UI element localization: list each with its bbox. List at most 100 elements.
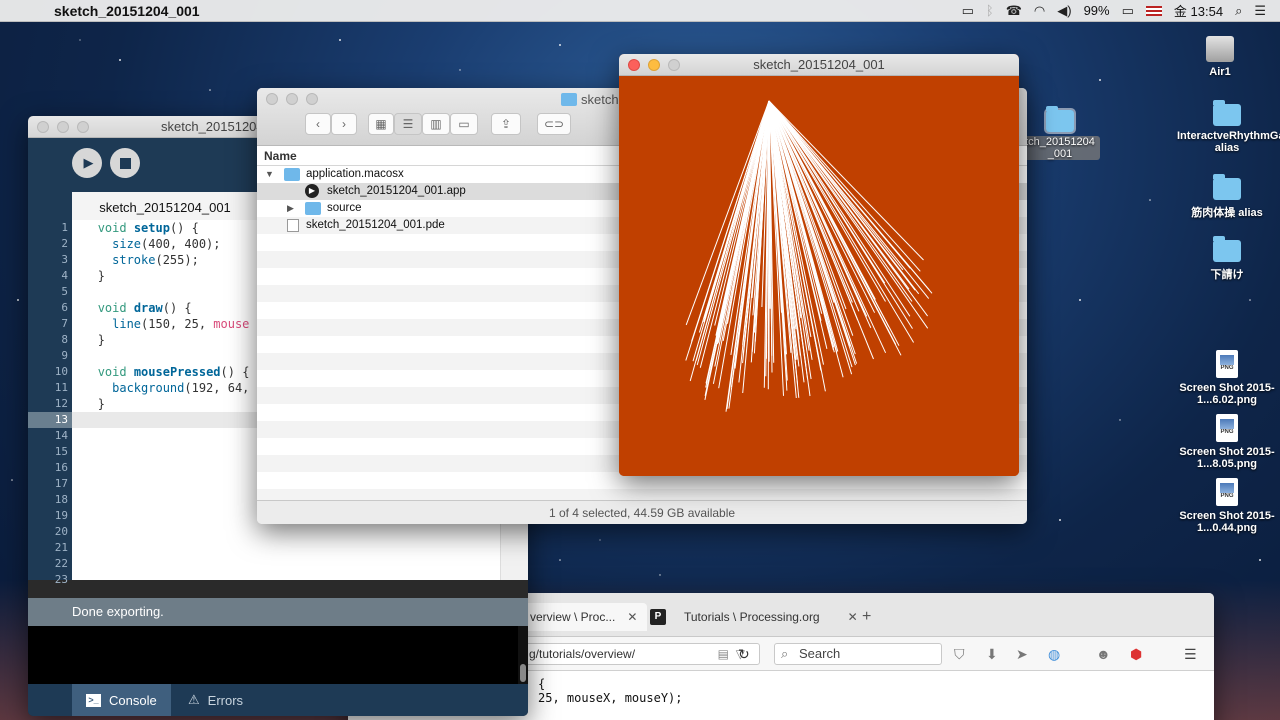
zoom-window-button[interactable]	[306, 93, 318, 105]
document-icon	[287, 219, 299, 232]
desktop-icon-kinniku[interactable]: 筋肉体操 alias	[1177, 174, 1277, 220]
disclosure-expanded-icon[interactable]: ▼	[265, 166, 274, 183]
png-file-icon: PNG	[1216, 478, 1238, 506]
desktop-icon-sketch-folder[interactable]: tch_20151204 _001	[1020, 106, 1100, 160]
line-number: 15	[54, 445, 68, 458]
line-number: 7	[61, 317, 68, 330]
zoom-window-button[interactable]	[668, 58, 680, 71]
search-input[interactable]: ⌕ Search	[774, 643, 942, 665]
desktop-icon-label: 下請け	[1210, 269, 1244, 281]
menu-bar: sketch_20151204_001 ▭ ᛒ ☎ ◠ ◀) 99% ▭ 金 1…	[0, 0, 1280, 22]
line-number: 1	[61, 221, 68, 234]
file-name: application.macosx	[306, 168, 404, 180]
line-number: 6	[61, 301, 68, 314]
spotlight-icon[interactable]: ⌕	[1235, 3, 1242, 19]
processing-logo-icon: P	[650, 609, 666, 625]
desktop-icon-interactve-rhythm[interactable]: InteractveRhythmGame alias	[1177, 100, 1280, 154]
desktop-icon-air1[interactable]: Air1	[1170, 36, 1270, 78]
window-controls	[37, 120, 89, 133]
sketch-canvas[interactable]	[619, 76, 1019, 476]
url-field[interactable]: g/tutorials/overview/ ▤ ▽	[520, 643, 760, 665]
wifi-icon[interactable]: ◠	[1034, 3, 1045, 19]
pocket-icon[interactable]: ⛉	[954, 646, 965, 663]
tag-button[interactable]: ⊂⊃	[537, 113, 571, 135]
screen-mirroring-icon[interactable]: ▭	[962, 3, 974, 19]
desktop-icon-label: Air1	[1209, 66, 1231, 78]
folder-icon	[1213, 236, 1241, 262]
battery-icon[interactable]: ▭	[1122, 3, 1134, 19]
folder-icon	[1044, 106, 1076, 134]
status-message: Done exporting.	[28, 598, 528, 626]
adblock-icon[interactable]: ⬢	[1130, 646, 1142, 663]
desktop-icon-screenshot-2[interactable]: PNG Screen Shot 2015-1...8.05.png	[1177, 414, 1277, 470]
search-placeholder: Search	[799, 646, 841, 661]
line-number: 5	[61, 285, 68, 298]
desktop-icon-label: tch_20151204 _001	[1020, 136, 1100, 160]
desktop-icon-shitauke[interactable]: 下請け	[1177, 236, 1277, 282]
menu-clock[interactable]: 金 13:54	[1174, 1, 1223, 20]
minimize-window-button[interactable]	[57, 120, 69, 133]
battery-percent[interactable]: 99%	[1084, 3, 1110, 18]
menu-list-icon[interactable]: ☰	[1254, 3, 1266, 19]
line-number: 3	[61, 253, 68, 266]
column-view-button[interactable]: ▥	[422, 113, 450, 135]
line-number: 10	[54, 365, 68, 378]
browser-tab-overview[interactable]: verview \ Proc... ✕	[520, 603, 648, 631]
download-icon[interactable]: ⬇	[986, 646, 998, 663]
finder-title: sketch	[561, 92, 619, 107]
line-number: 18	[54, 493, 68, 506]
app-play-icon: ▶	[305, 184, 319, 198]
hamburger-menu-icon[interactable]: ☰	[1184, 646, 1197, 663]
minimize-window-button[interactable]	[648, 58, 660, 71]
desktop-icon-label: Screen Shot 2015-1...0.44.png	[1179, 510, 1275, 534]
back-button[interactable]: ‹	[305, 113, 331, 135]
close-window-button[interactable]	[266, 93, 278, 105]
globe-icon[interactable]: ◍	[1048, 646, 1060, 663]
errors-tab-label: Errors	[207, 692, 244, 708]
window-controls	[628, 58, 680, 71]
desktop-icon-screenshot-1[interactable]: PNG Screen Shot 2015-1...6.02.png	[1177, 350, 1277, 406]
forward-button[interactable]: ›	[331, 113, 357, 135]
search-icon: ⌕	[781, 646, 789, 661]
sketch-tab[interactable]: sketch_20151204_001	[72, 192, 258, 220]
errors-tab[interactable]: ⚠ Errors	[174, 684, 257, 716]
phone-icon[interactable]: ☎	[1006, 3, 1022, 19]
volume-icon[interactable]: ◀)	[1057, 3, 1071, 19]
minimize-window-button[interactable]	[286, 93, 298, 105]
desktop-icon-label: Screen Shot 2015-1...8.05.png	[1179, 446, 1275, 470]
zoom-window-button[interactable]	[77, 120, 89, 133]
close-icon[interactable]: ✕	[848, 610, 858, 624]
browser-tab-title: verview \ Proc...	[530, 610, 616, 624]
new-tab-button[interactable]: +	[862, 603, 871, 631]
reader-view-icon[interactable]: ▤	[718, 644, 729, 664]
close-icon[interactable]: ✕	[627, 610, 637, 624]
icon-view-button[interactable]: ▦	[368, 113, 394, 135]
line-number: 17	[54, 477, 68, 490]
flag-icon[interactable]	[1145, 5, 1162, 16]
disclosure-collapsed-icon[interactable]: ▶	[287, 200, 294, 217]
console-tab[interactable]: >_ Console	[72, 684, 171, 716]
code-snippet-line: 25, mouseX, mouseY);	[538, 691, 683, 705]
stop-button[interactable]	[110, 148, 140, 178]
coverflow-view-button[interactable]: ▭	[450, 113, 478, 135]
line-number: 9	[61, 349, 68, 362]
stop-icon	[119, 157, 131, 169]
desktop-icon-screenshot-3[interactable]: PNG Screen Shot 2015-1...0.44.png	[1177, 478, 1277, 534]
chat-icon[interactable]: ☻	[1096, 646, 1111, 662]
reload-icon[interactable]: ↻	[738, 646, 750, 663]
code-snippet-line: {	[538, 677, 546, 691]
run-button[interactable]: ▶	[72, 148, 102, 178]
send-icon[interactable]: ➤	[1016, 646, 1028, 663]
close-window-button[interactable]	[37, 120, 49, 133]
close-window-button[interactable]	[628, 58, 640, 71]
line-number: 8	[61, 333, 68, 346]
bluetooth-icon[interactable]: ᛒ	[986, 3, 994, 18]
menu-app-title[interactable]: sketch_20151204_001	[54, 3, 200, 19]
finder-status-bar: 1 of 4 selected, 44.59 GB available	[257, 500, 1027, 524]
share-button[interactable]: ⇪	[491, 113, 521, 135]
console-output[interactable]	[28, 626, 518, 684]
list-view-button[interactable]: ☰	[394, 113, 422, 135]
console-scrollbar[interactable]	[518, 626, 528, 684]
browser-tab-tutorials[interactable]: P Tutorials \ Processing.org ✕	[650, 603, 858, 631]
sketch-titlebar: sketch_20151204_001	[619, 54, 1019, 76]
